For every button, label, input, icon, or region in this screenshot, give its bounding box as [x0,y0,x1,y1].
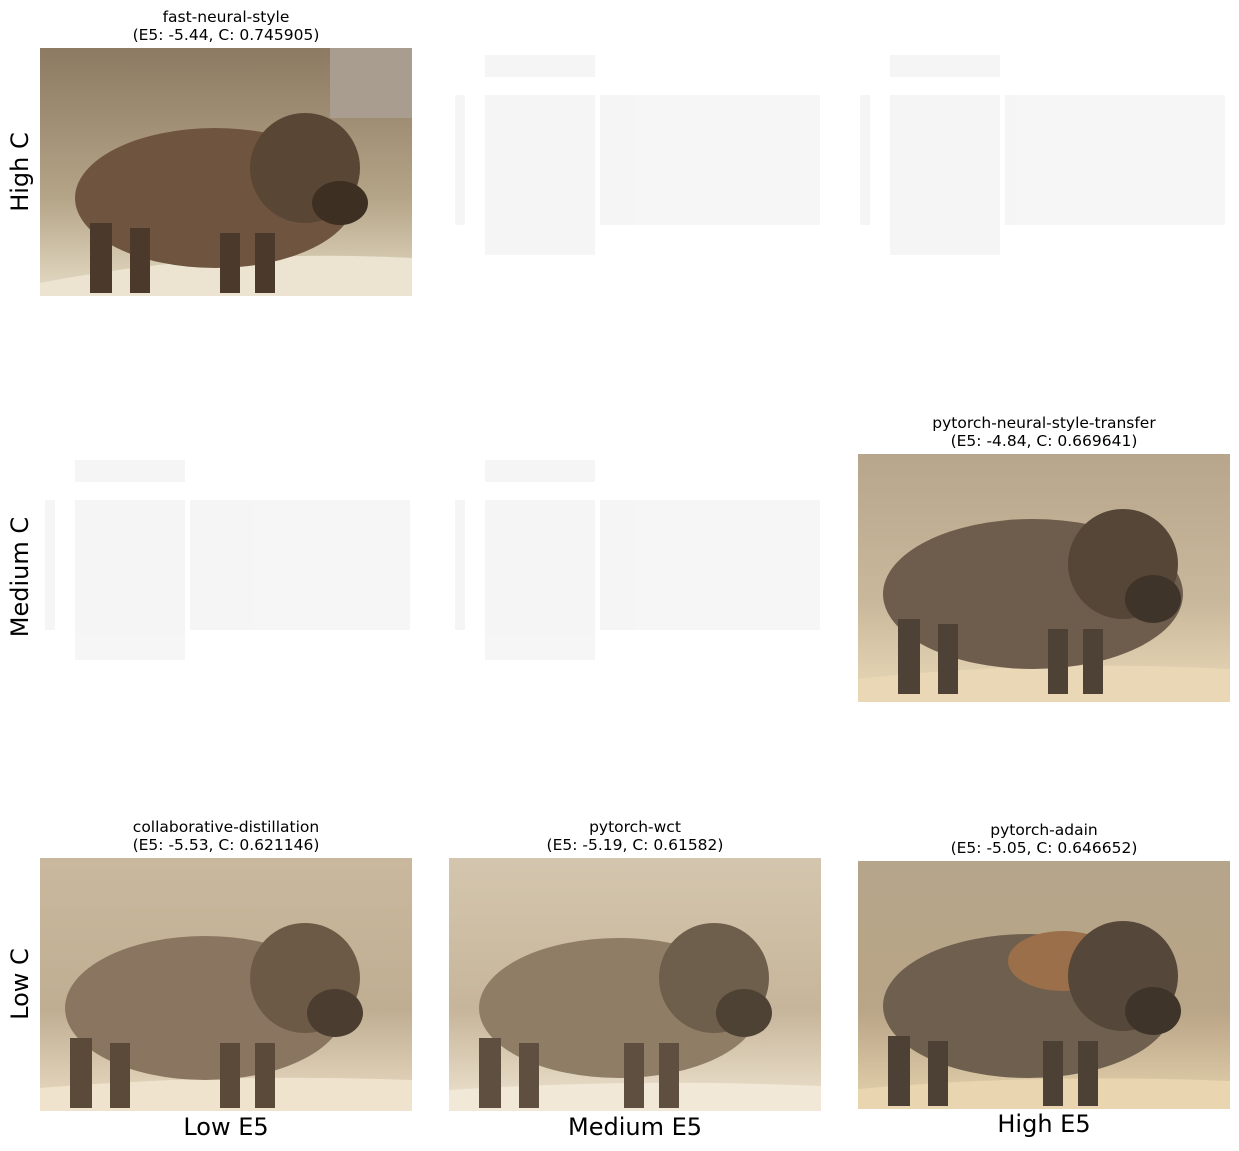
stylized-bison-image [449,858,821,1111]
stylized-bison-image [858,454,1230,702]
panel-title: fast-neural-style (E5: -5.44, C: 0.74590… [40,8,412,44]
stylized-bison-image [858,861,1230,1109]
col-label-high-e5: High E5 [997,1110,1091,1138]
panel-title: pytorch-adain (E5: -5.05, C: 0.646652) [858,821,1230,857]
panel-title: pytorch-wct (E5: -5.19, C: 0.61582) [449,818,821,854]
method-metrics: (E5: -5.53, C: 0.621146) [132,836,320,854]
row-label-low-c: Low C [6,948,34,1020]
empty-cell-placeholder [455,55,825,300]
method-name: pytorch-neural-style-transfer [932,414,1156,432]
method-metrics: (E5: -5.19, C: 0.61582) [546,836,724,854]
method-name: pytorch-wct [589,818,681,836]
empty-cell-placeholder [45,460,415,705]
row-label-medium-c: Medium C [6,516,34,638]
method-metrics: (E5: -5.44, C: 0.745905) [132,26,320,44]
method-name: fast-neural-style [162,8,290,26]
col-label-low-e5: Low E5 [183,1113,269,1141]
stylized-bison-image [40,48,412,296]
method-name: pytorch-adain [990,821,1098,839]
col-label-medium-e5: Medium E5 [567,1113,703,1141]
method-metrics: (E5: -5.05, C: 0.646652) [950,839,1138,857]
method-name: collaborative-distillation [132,818,320,836]
empty-cell-placeholder [455,460,825,705]
panel-title: pytorch-neural-style-transfer (E5: -4.84… [858,414,1230,450]
method-metrics: (E5: -4.84, C: 0.669641) [950,432,1138,450]
stylized-bison-image [40,858,412,1111]
row-label-high-c: High C [6,132,34,212]
panel-title: collaborative-distillation (E5: -5.53, C… [40,818,412,854]
empty-cell-placeholder [860,55,1230,300]
